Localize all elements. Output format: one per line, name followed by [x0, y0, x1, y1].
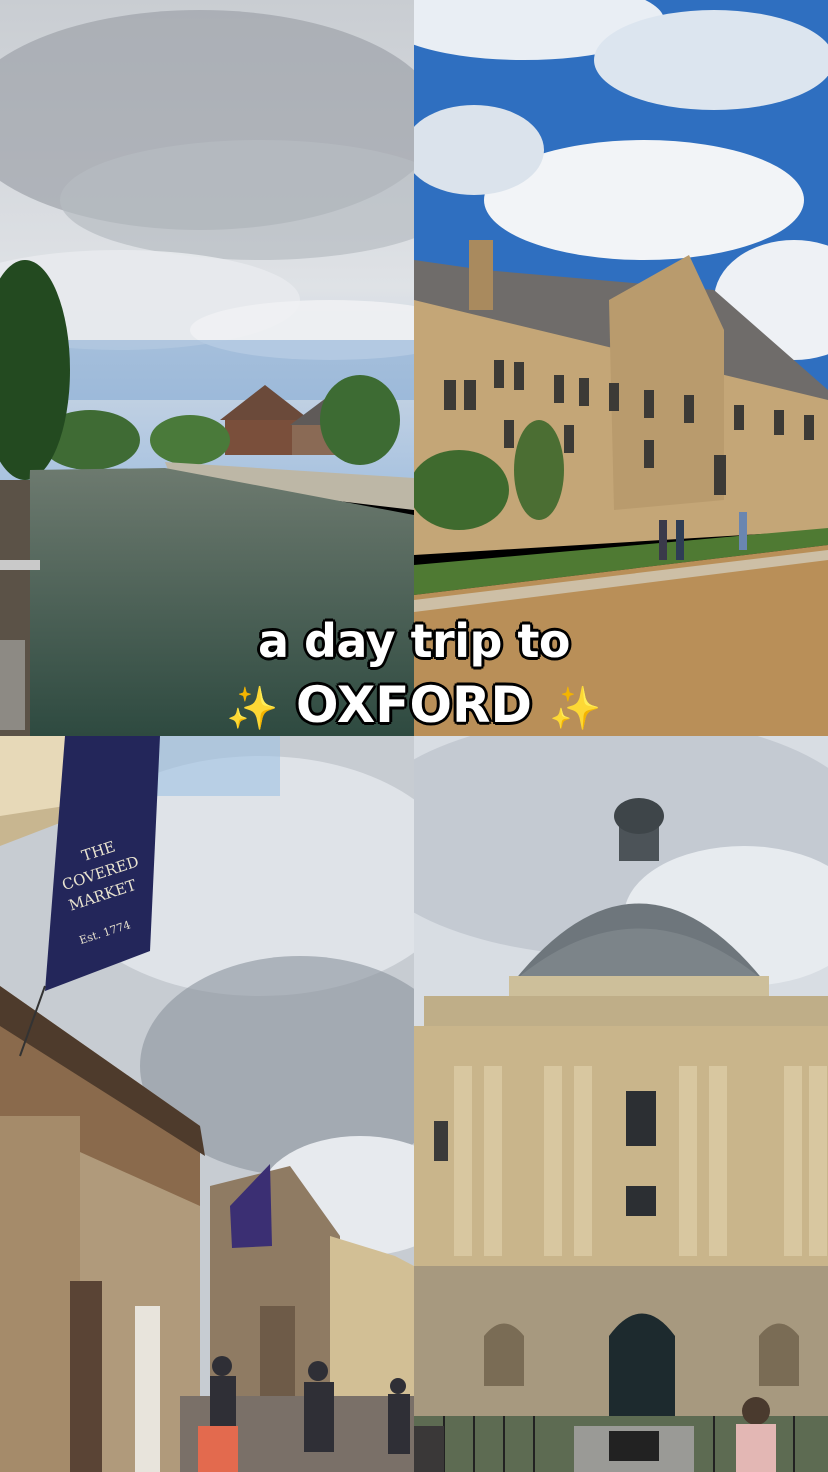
title-oxford: OXFORD	[296, 676, 532, 734]
radcliffe-scene	[414, 736, 828, 1472]
sparkles-icon: ✨	[226, 683, 279, 733]
photo-covered-market: THE COVERED MARKET Est. 1774	[0, 736, 414, 1472]
market-scene: THE COVERED MARKET Est. 1774	[0, 736, 414, 1472]
sparkles-icon: ✨	[549, 683, 602, 733]
photo-radcliffe-camera	[414, 736, 828, 1472]
title-line-2: ✨ OXFORD ✨	[0, 676, 828, 734]
title-line-1: a day trip to	[257, 614, 571, 668]
